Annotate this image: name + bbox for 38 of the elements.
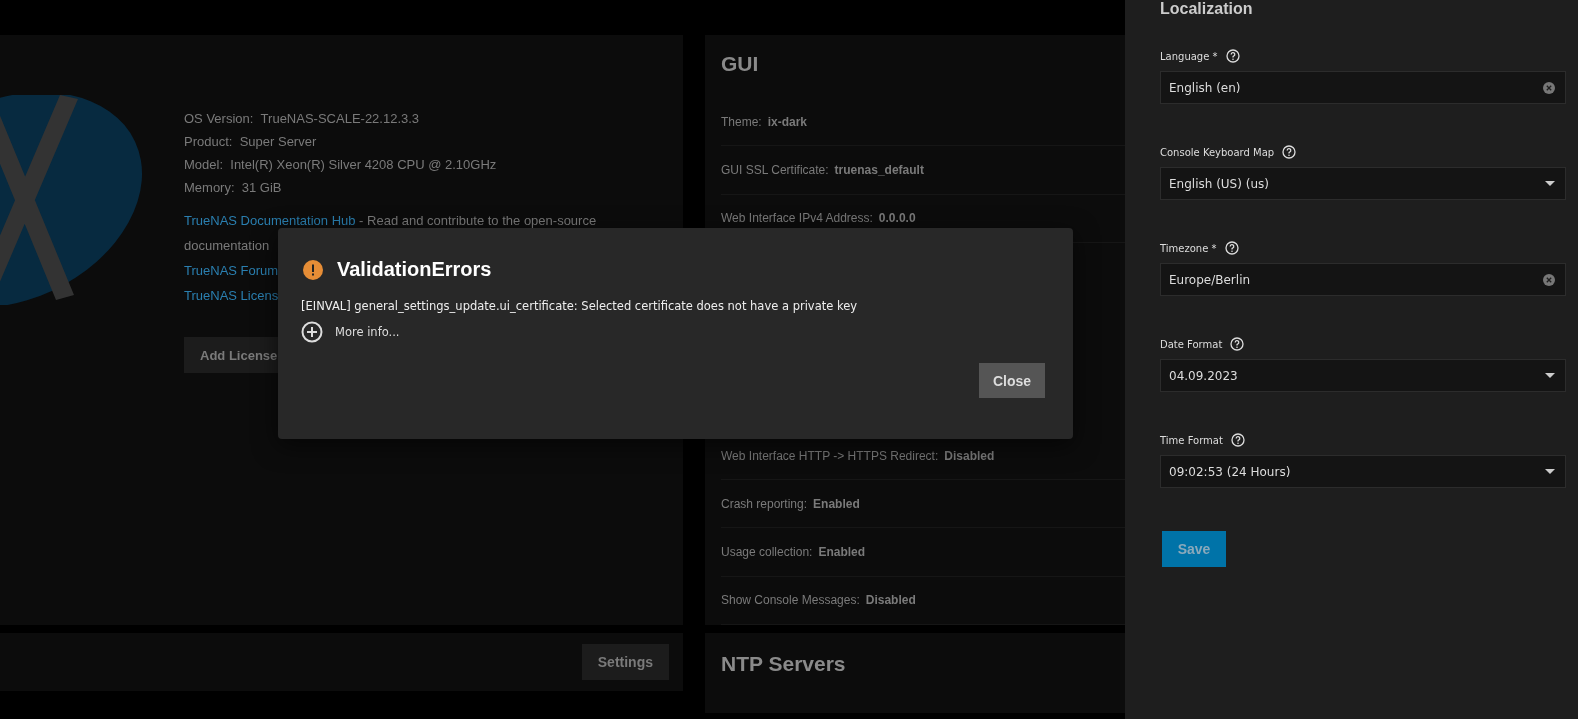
dialog-title: ValidationErrors — [337, 258, 492, 281]
info-line: Product: Super Server — [184, 133, 318, 151]
close-button[interactable]: Close — [979, 363, 1045, 398]
caret-icon — [1545, 373, 1555, 378]
select-field[interactable]: English (US) (us) — [1160, 167, 1566, 200]
error-message: [EINVAL] general_settings_update.ui_certificate: Selected certificate does not have a private key — [301, 299, 859, 313]
plus-circle-icon — [301, 321, 323, 343]
field-label: Language * — [1160, 50, 1218, 62]
field-label: Console Keyboard Map — [1160, 146, 1275, 158]
info-line: Model: Intel(R) Xeon(R) Silver 4208 CPU @ 2.10GHz — [184, 156, 498, 174]
documentation-link[interactable]: TrueNAS Documentation Hub — [184, 213, 356, 228]
help-icon[interactable] — [1282, 145, 1297, 159]
card-title: NTP Servers — [721, 651, 846, 677]
clear-icon[interactable] — [1543, 273, 1555, 286]
field-label: Date Format — [1160, 338, 1223, 350]
clear-icon[interactable] — [1543, 81, 1555, 94]
input-field[interactable]: Europe/Berlin — [1160, 263, 1566, 296]
caret-icon — [1545, 181, 1555, 186]
documentation-text: documentation — [184, 237, 271, 255]
field-label: Time Format — [1160, 434, 1223, 446]
input-field[interactable]: English (en) — [1160, 71, 1566, 104]
select-field[interactable]: 09:02:53 (24 Hours) — [1160, 455, 1566, 488]
more-info-button[interactable]: More info... — [301, 321, 400, 343]
warning-icon — [303, 259, 323, 280]
select-field[interactable]: 04.09.2023 — [1160, 359, 1566, 392]
help-icon[interactable] — [1230, 337, 1245, 351]
caret-icon — [1545, 469, 1555, 474]
help-icon[interactable] — [1224, 241, 1239, 255]
field-label: Timezone * — [1160, 242, 1217, 254]
help-icon[interactable] — [1225, 49, 1240, 63]
card-title: GUI — [721, 51, 760, 77]
logo-icon — [0, 95, 145, 305]
settings-button[interactable]: Settings — [581, 644, 669, 680]
help-icon[interactable] — [1230, 433, 1245, 447]
panel-title: Localization — [1160, 0, 1254, 18]
info-line: Memory: 31 GiB — [184, 179, 283, 197]
info-line: OS Version: TrueNAS-SCALE-22.12.3.3 — [184, 110, 421, 128]
documentation-text: TrueNAS Documentation Hub - Read and contribute to the open-source — [184, 212, 597, 230]
